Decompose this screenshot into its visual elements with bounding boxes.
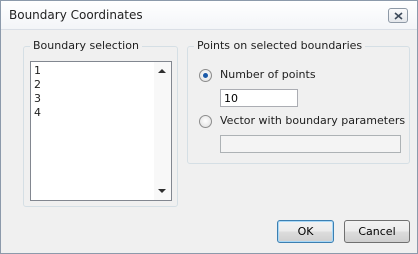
scroll-down-icon[interactable] [158,189,166,193]
number-of-points-label: Number of points [220,68,316,81]
vector-parameters-label: Vector with boundary parameters [220,114,406,127]
cancel-button[interactable]: Cancel [344,220,410,243]
number-of-points-input[interactable] [220,89,298,107]
points-group-label: Points on selected boundaries [194,39,366,53]
scroll-up-icon[interactable] [158,69,166,73]
list-item[interactable]: 4 [34,106,41,120]
close-button[interactable] [388,8,408,23]
window-title: Boundary Coordinates [9,8,143,22]
points-on-boundaries-group: Points on selected boundaries Number of … [187,39,410,164]
list-item[interactable]: 2 [34,78,41,92]
list-item[interactable]: 1 [34,64,41,78]
ok-button[interactable]: OK [277,220,334,243]
boundary-listbox[interactable]: 1 2 3 4 [30,61,172,201]
list-item[interactable]: 3 [34,92,41,106]
vector-parameters-radio[interactable] [199,115,212,128]
vector-parameters-input[interactable] [220,135,401,153]
boundary-selection-group: Boundary selection 1 2 3 4 [23,39,178,207]
boundary-coordinates-dialog: Boundary Coordinates Boundary selection … [0,0,418,254]
listbox-scrollbar[interactable] [154,62,171,200]
boundary-selection-label: Boundary selection [30,39,142,53]
number-of-points-radio[interactable] [199,69,212,82]
title-bar[interactable]: Boundary Coordinates [1,1,417,30]
close-icon [394,12,403,20]
